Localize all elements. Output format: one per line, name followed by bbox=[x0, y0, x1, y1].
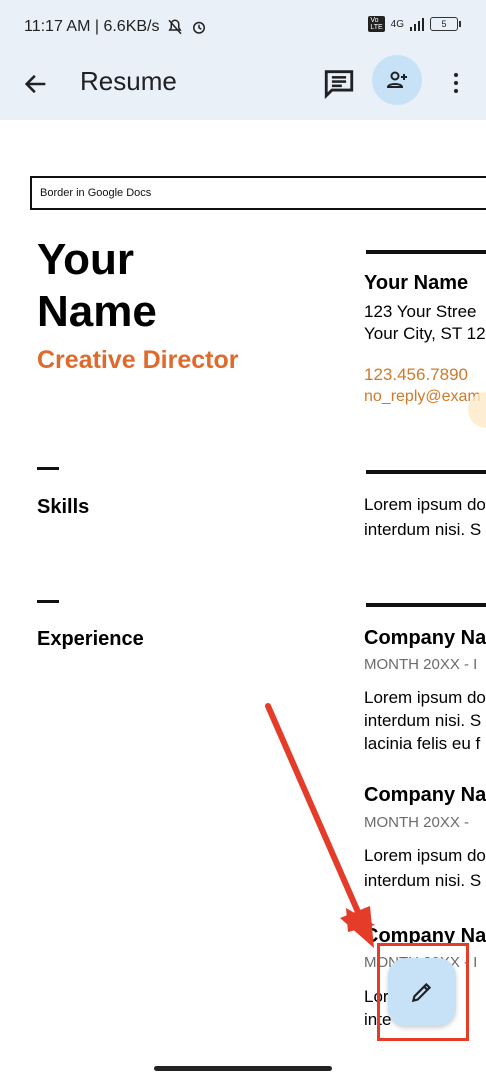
divider-rule bbox=[366, 603, 486, 607]
annotation-highlight-box bbox=[377, 943, 469, 1041]
divider-rule bbox=[366, 250, 486, 254]
section-dash bbox=[37, 600, 59, 603]
battery-icon: 5 bbox=[430, 17, 461, 31]
comment-icon[interactable] bbox=[322, 66, 356, 100]
job-company: Company Nam bbox=[364, 627, 486, 649]
back-arrow-icon[interactable] bbox=[22, 70, 50, 98]
job-desc-line: Lorem ipsum do bbox=[364, 846, 486, 865]
resume-name: Your Name bbox=[37, 234, 157, 338]
document-title: Resume bbox=[80, 66, 177, 96]
divider-rule bbox=[366, 470, 486, 474]
job-date: MONTH 20XX - I bbox=[364, 656, 478, 673]
share-button[interactable] bbox=[372, 55, 422, 105]
experience-heading: Experience bbox=[37, 628, 144, 650]
job-desc-line: Lorem ipsum do bbox=[364, 688, 486, 707]
skills-text-2: interdum nisi. S bbox=[364, 520, 482, 539]
signal-icon bbox=[410, 17, 424, 31]
section-dash bbox=[37, 467, 59, 470]
contact-name: Your Name bbox=[364, 272, 469, 294]
job-desc-line: interdum nisi. S bbox=[364, 711, 482, 730]
name-line-1: Your bbox=[37, 235, 134, 284]
skills-text-1: Lorem ipsum do bbox=[364, 495, 486, 514]
volte-icon: Vo LTE bbox=[368, 16, 385, 32]
skills-heading: Skills bbox=[37, 496, 90, 518]
job-date: MONTH 20XX - bbox=[364, 814, 470, 831]
contact-email: no_reply@exam bbox=[364, 388, 481, 405]
resume-role: Creative Director bbox=[37, 346, 239, 374]
network-type: 4G bbox=[390, 18, 404, 30]
status-time: 11:17 AM | 6.6KB/s bbox=[24, 18, 160, 35]
job-desc-line: lacinia felis eu f bbox=[364, 734, 481, 753]
name-line-2: Name bbox=[37, 287, 157, 336]
app-bar: Resume bbox=[0, 52, 486, 120]
document-page[interactable]: Border in Google Docs Your Name Creative… bbox=[0, 120, 486, 1080]
bordered-text-box[interactable]: Border in Google Docs bbox=[30, 176, 486, 210]
job-company: Company Nam bbox=[364, 784, 486, 806]
home-indicator[interactable] bbox=[154, 1066, 332, 1071]
person-add-icon bbox=[386, 71, 407, 88]
contact-phone: 123.456.7890 bbox=[364, 365, 468, 384]
mute-bell-icon bbox=[167, 19, 182, 35]
alarm-icon bbox=[192, 21, 205, 34]
border-label: Border in Google Docs bbox=[40, 187, 152, 199]
more-options-icon[interactable] bbox=[444, 66, 468, 100]
contact-city: Your City, ST 12 bbox=[364, 324, 486, 343]
job-desc-line: interdum nisi. S bbox=[364, 871, 482, 890]
status-bar: 11:17 AM | 6.6KB/s Vo LTE 4G 5 bbox=[0, 0, 486, 52]
contact-street: 123 Your Stree bbox=[364, 302, 477, 321]
